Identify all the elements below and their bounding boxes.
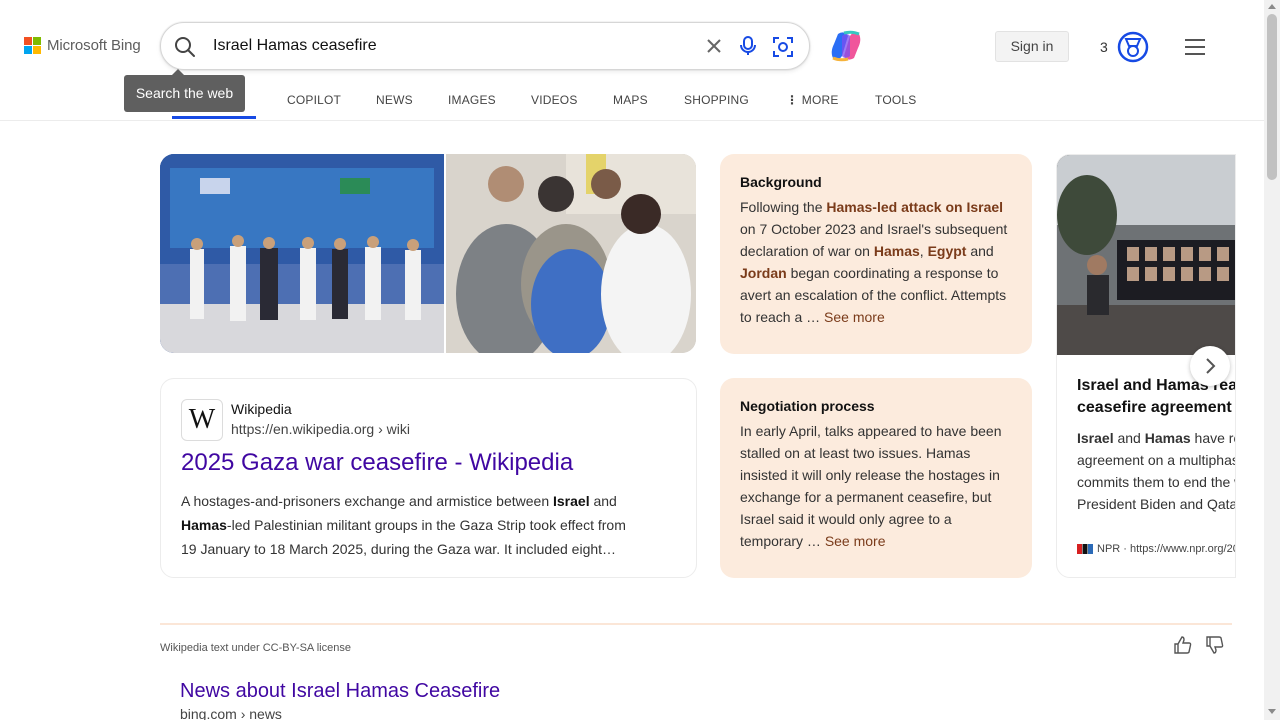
snippet-text: -led Palestinian militant groups in the …	[181, 517, 626, 557]
npr-text: agreement on a multiphas	[1077, 452, 1236, 468]
npr-text: and	[1113, 430, 1145, 446]
npr-logo-icon	[1077, 544, 1093, 554]
npr-title-line: ceasefire agreement	[1077, 399, 1232, 416]
protest-image	[1057, 155, 1235, 355]
npr-source: NPR · https://www.npr.org/20	[1077, 543, 1236, 555]
tab-shopping[interactable]: SHOPPING	[684, 93, 749, 107]
license-note[interactable]: Wikipedia text under CC-BY-SA license	[160, 642, 351, 654]
background-card: Background Following the Hamas-led attac…	[720, 154, 1032, 354]
neg-text: In early April, talks appeared to have b…	[740, 423, 1002, 549]
npr-bold: Israel	[1077, 430, 1114, 446]
carousel-next-button[interactable]	[1190, 346, 1230, 386]
scrollbar-thumb[interactable]	[1267, 14, 1277, 180]
wiki-url[interactable]: https://en.wikipedia.org › wiki	[231, 421, 410, 437]
search-tooltip: Search the web	[124, 69, 245, 112]
search-input[interactable]: Israel Hamas ceasefire	[213, 37, 377, 55]
negotiation-text: In early April, talks appeared to have b…	[740, 420, 1012, 552]
chevron-right-icon	[1206, 358, 1216, 374]
active-tab-indicator	[172, 116, 256, 119]
wikipedia-result-card: W Wikipedia https://en.wikipedia.org › w…	[160, 378, 697, 578]
scroll-up-arrow-icon[interactable]	[1268, 4, 1276, 9]
bg-text: ,	[919, 243, 928, 259]
see-more-link[interactable]: See more	[824, 309, 885, 325]
page-scrollbar[interactable]	[1264, 0, 1280, 720]
tab-videos[interactable]: VIDEOS	[531, 93, 578, 107]
negotiation-card: Negotiation process In early April, talk…	[720, 378, 1032, 578]
tab-tools[interactable]: TOOLS	[875, 93, 916, 107]
npr-text: President Biden and Qata	[1077, 496, 1236, 512]
bg-bold: Hamas-led attack on Israel	[826, 199, 1004, 215]
bing-logo[interactable]: Microsoft Bing	[24, 37, 141, 54]
negotiation-heading: Negotiation process	[740, 398, 875, 414]
logo-text: Microsoft Bing	[47, 37, 141, 54]
snippet-text: A hostages-and-prisoners exchange and ar…	[181, 493, 553, 509]
see-more-link[interactable]: See more	[825, 533, 886, 549]
tab-more-label: MORE	[801, 93, 839, 107]
news-url[interactable]: bing.com › news	[180, 706, 282, 720]
tab-more[interactable]: ⋮ MORE	[786, 93, 839, 107]
npr-card-snippet: Israel and Hamas have re agreement on a m…	[1077, 427, 1236, 515]
snippet-text: and	[589, 493, 617, 509]
hamburger-menu-icon[interactable]	[1184, 38, 1206, 56]
more-dots-icon: ⋮	[786, 93, 799, 107]
bg-bold: Jordan	[740, 265, 787, 281]
npr-bold: Hamas	[1144, 430, 1191, 446]
rewards-count[interactable]: 3	[1100, 39, 1108, 55]
microsoft-logo-icon	[24, 37, 41, 54]
wiki-snippet: A hostages-and-prisoners exchange and ar…	[181, 489, 641, 561]
tab-images[interactable]: IMAGES	[448, 93, 496, 107]
snippet-bold: Hamas	[181, 517, 227, 533]
sign-in-button[interactable]: Sign in	[995, 31, 1069, 62]
npr-text: have re	[1194, 430, 1235, 446]
tab-copilot[interactable]: COPILOT	[287, 93, 341, 107]
bg-text: and	[966, 243, 994, 259]
search-box[interactable]: Israel Hamas ceasefire	[160, 22, 810, 70]
snippet-bold: Israel	[553, 493, 590, 509]
bg-text: Following the	[740, 199, 827, 215]
tab-maps[interactable]: MAPS	[613, 93, 648, 107]
wikipedia-logo-icon: W	[181, 399, 223, 441]
tab-news[interactable]: NEWS	[376, 93, 413, 107]
microphone-icon[interactable]	[737, 35, 759, 57]
wiki-result-title-link[interactable]: 2025 Gaza war ceasefire - Wikipedia	[181, 449, 573, 477]
visual-search-icon[interactable]	[771, 35, 795, 59]
thumbs-down-icon[interactable]	[1205, 635, 1225, 655]
npr-text: commits them to end the w	[1077, 474, 1236, 490]
news-section-title-link[interactable]: News about Israel Hamas Ceasefire	[180, 680, 500, 703]
wiki-source-name: Wikipedia	[231, 401, 292, 417]
npr-source-text: NPR · https://www.npr.org/20	[1097, 543, 1236, 555]
section-divider	[160, 623, 1232, 625]
thumbs-up-icon[interactable]	[1173, 635, 1193, 655]
hostage-reunion-image[interactable]	[446, 154, 696, 353]
bg-bold: Egypt	[927, 243, 967, 259]
bg-bold: Hamas	[873, 243, 920, 259]
search-icon[interactable]	[173, 35, 197, 59]
background-heading: Background	[740, 174, 822, 190]
background-text: Following the Hamas-led attack on Israel…	[740, 196, 1012, 328]
ministerial-meeting-image[interactable]	[160, 154, 444, 353]
clear-icon[interactable]	[705, 37, 723, 55]
rewards-icon[interactable]	[1117, 31, 1149, 63]
copilot-icon[interactable]	[828, 28, 864, 64]
scroll-down-arrow-icon[interactable]	[1268, 709, 1276, 714]
